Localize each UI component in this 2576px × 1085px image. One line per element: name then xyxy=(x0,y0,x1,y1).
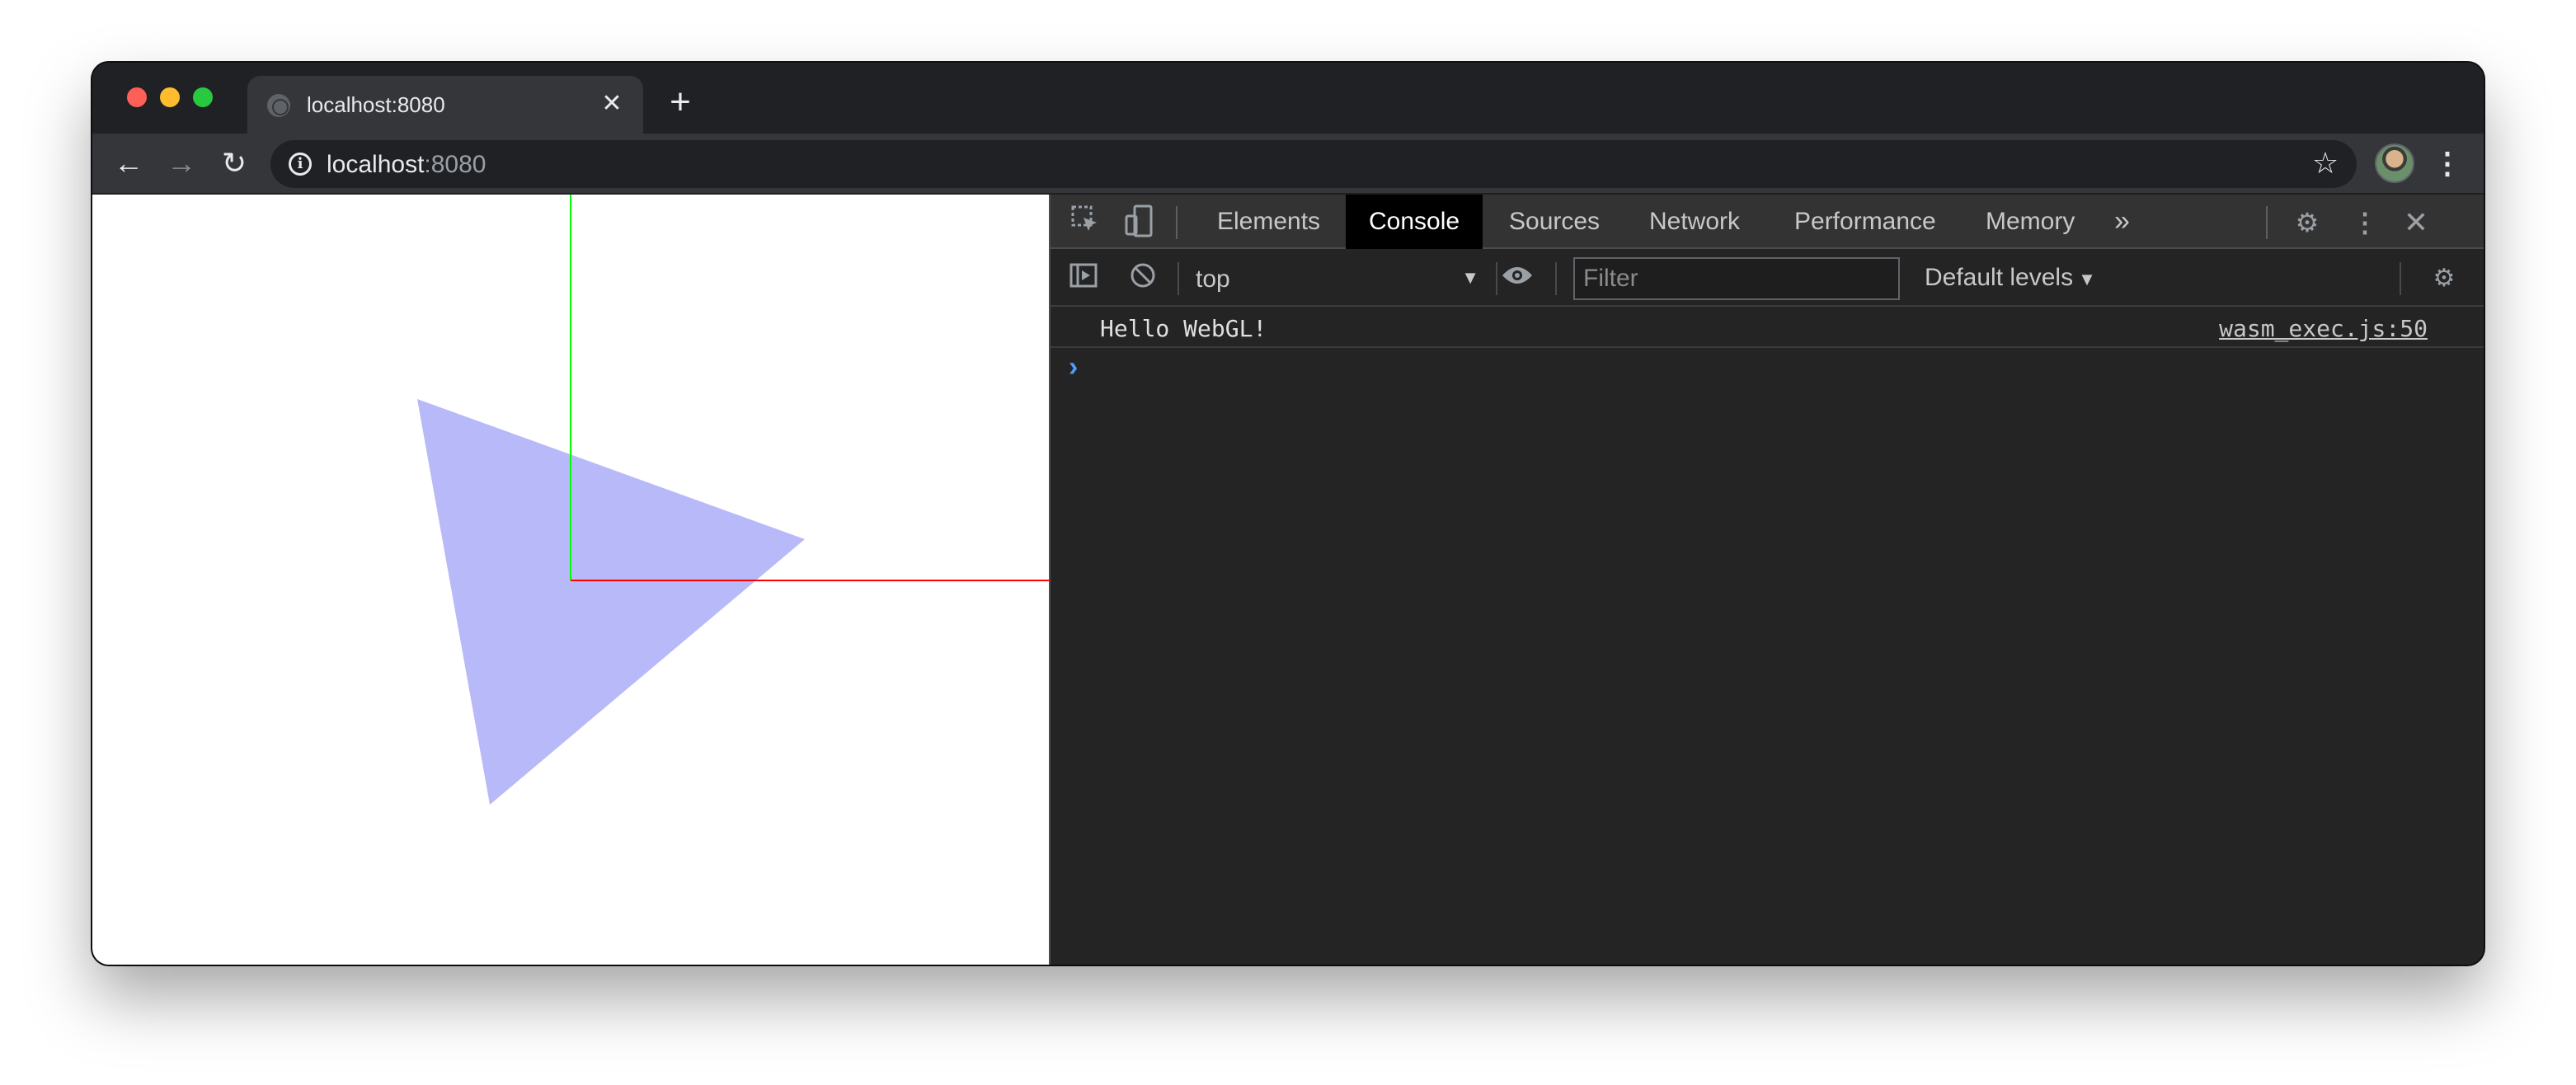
tab-sources[interactable]: Sources xyxy=(1486,195,1623,249)
tab-performance[interactable]: Performance xyxy=(1771,195,1959,249)
browser-toolbar: ← → ↻ i localhost:8080 ☆ ⋮ xyxy=(92,134,2484,195)
site-info-icon[interactable]: i xyxy=(289,153,312,176)
console-message-row: Hello WebGL! wasm_exec.js:50 xyxy=(1051,308,2484,348)
back-arrow-icon[interactable]: ← xyxy=(109,143,148,183)
new-tab-button[interactable]: + xyxy=(661,84,699,122)
console-sidebar-icon[interactable] xyxy=(1065,261,1102,297)
bookmark-star-icon[interactable]: ☆ xyxy=(2307,145,2343,181)
devtools-panel: Elements Console Sources Network Perform… xyxy=(1049,195,2484,965)
browser-menu-icon[interactable]: ⋮ xyxy=(2431,143,2464,183)
browser-window: localhost:8080 ✕ + ← → ↻ i localhost:808… xyxy=(92,63,2484,965)
console-toolbar-separator xyxy=(2400,262,2401,295)
context-value: top xyxy=(1196,265,1230,293)
devtools-tab-bar: Elements Console Sources Network Perform… xyxy=(1051,195,2484,249)
forward-arrow-icon[interactable]: → xyxy=(162,143,201,183)
maximize-window-button[interactable] xyxy=(193,87,213,107)
browser-tab[interactable]: localhost:8080 ✕ xyxy=(247,76,643,134)
globe-icon xyxy=(267,94,290,117)
tab-elements[interactable]: Elements xyxy=(1194,195,1343,249)
dropdown-arrow-icon: ▼ xyxy=(2078,269,2096,289)
url-text[interactable]: localhost:8080 xyxy=(327,151,486,179)
live-expression-eye-icon[interactable] xyxy=(1499,261,1535,297)
triangle-shape xyxy=(417,399,805,805)
address-bar[interactable]: i localhost:8080 ☆ xyxy=(270,140,2357,188)
console-toolbar: top ▼ Default levels▼ ⚙ xyxy=(1051,251,2484,307)
console-toolbar-separator xyxy=(1178,262,1179,295)
reload-icon[interactable]: ↻ xyxy=(214,143,254,183)
log-levels-dropdown[interactable]: Default levels ▼ xyxy=(1925,264,2096,292)
minimize-window-button[interactable] xyxy=(160,87,180,107)
page-viewport xyxy=(92,195,1049,965)
tab-network[interactable]: Network xyxy=(1626,195,1763,249)
console-prompt-icon[interactable]: › xyxy=(1069,351,1078,383)
clear-console-icon[interactable] xyxy=(1125,261,1161,297)
devtools-menu-icon[interactable]: ⋮ xyxy=(2347,204,2383,241)
tab-bar-separator xyxy=(1176,206,1178,239)
tab-console[interactable]: Console xyxy=(1346,195,1483,249)
console-toolbar-separator xyxy=(1555,262,1557,295)
tab-strip: localhost:8080 ✕ + xyxy=(92,63,2484,134)
console-message-source-link[interactable]: wasm_exec.js:50 xyxy=(2219,315,2428,342)
tab-close-icon[interactable]: ✕ xyxy=(595,87,628,120)
tab-memory[interactable]: Memory xyxy=(1963,195,2098,249)
close-devtools-icon[interactable]: ✕ xyxy=(2398,204,2434,241)
close-window-button[interactable] xyxy=(127,87,147,107)
tab-title: localhost:8080 xyxy=(307,92,445,117)
console-filter-input[interactable] xyxy=(1573,257,1900,300)
device-toolbar-icon[interactable] xyxy=(1121,204,1158,241)
more-tabs-icon[interactable]: » xyxy=(2114,204,2130,237)
url-host: localhost xyxy=(327,151,425,178)
webgl-canvas xyxy=(417,195,1049,805)
url-port: :8080 xyxy=(424,151,487,178)
context-selector[interactable]: top ▼ xyxy=(1196,251,1492,307)
settings-gear-icon[interactable]: ⚙ xyxy=(2289,204,2325,241)
inspect-element-icon[interactable] xyxy=(1067,204,1103,241)
console-message-text: Hello WebGL! xyxy=(1100,315,1267,342)
console-settings-gear-icon[interactable]: ⚙ xyxy=(2426,261,2462,297)
tab-bar-separator xyxy=(2266,206,2268,239)
profile-avatar[interactable] xyxy=(2375,143,2414,183)
dropdown-arrow-icon: ▼ xyxy=(1461,267,1479,288)
log-levels-label: Default levels xyxy=(1925,264,2074,291)
console-toolbar-separator xyxy=(1496,262,1497,295)
